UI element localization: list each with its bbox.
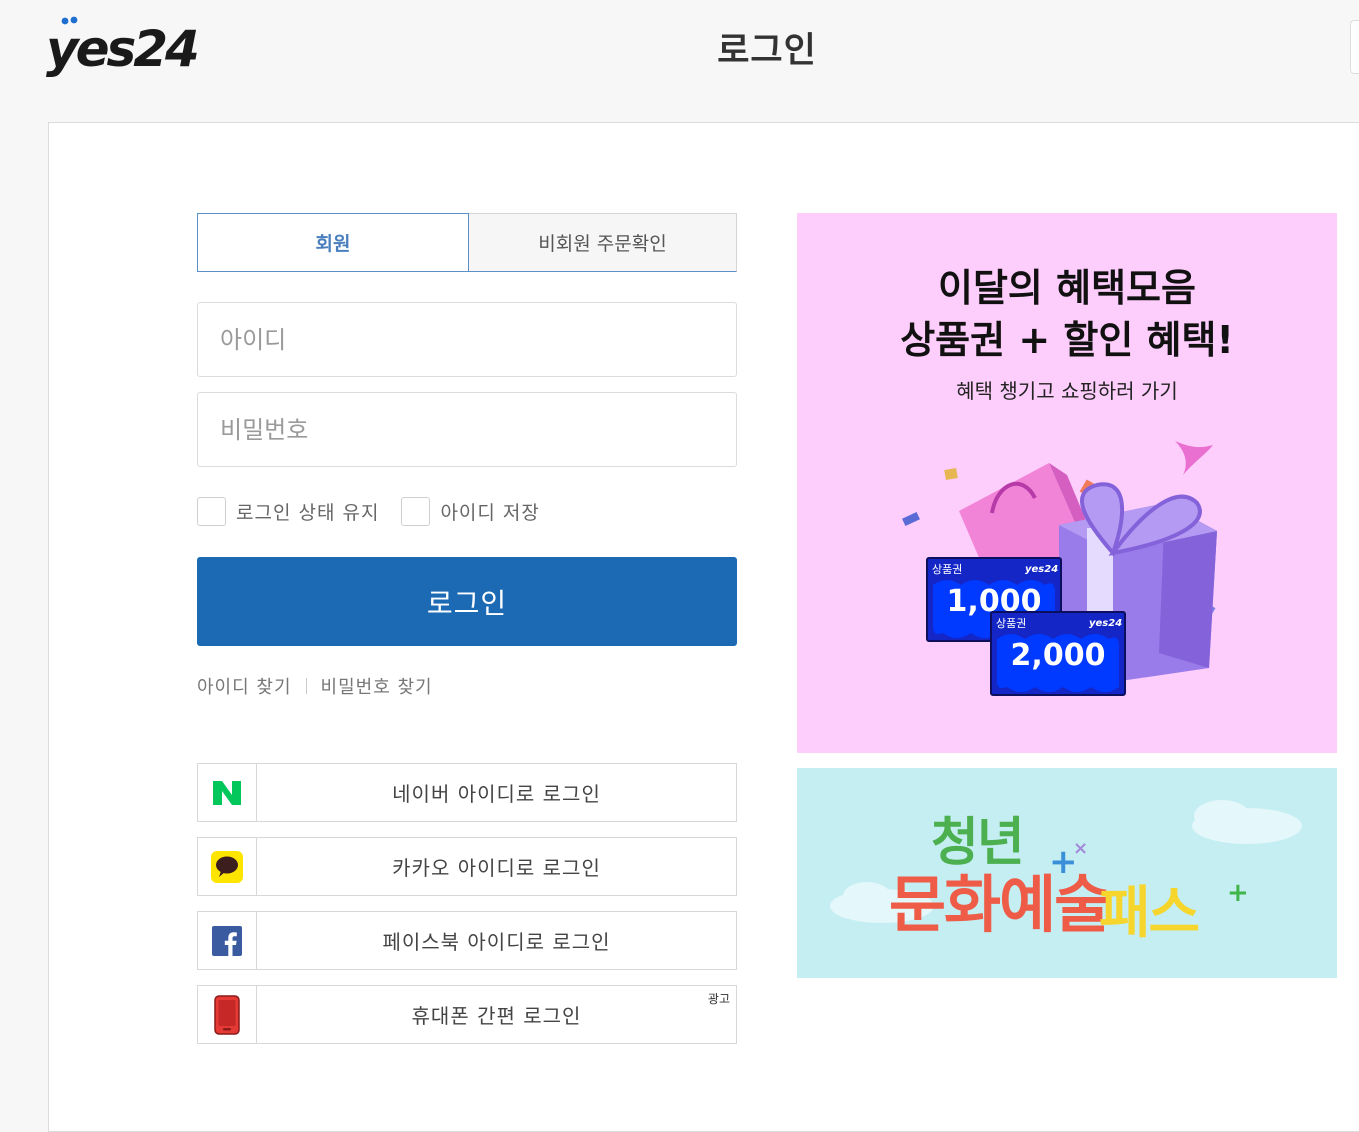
voucher-1-label: 상품권 (932, 563, 962, 576)
facebook-login-button[interactable]: 페이스북 아이디로 로그인 (197, 911, 737, 970)
phone-icon-cell (198, 986, 257, 1043)
voucher-2-brand: yes24 (1089, 618, 1122, 629)
sparkle-icon: × (1073, 838, 1088, 859)
find-id-link[interactable]: 아이디 찾기 (197, 673, 292, 699)
voucher-1-brand: yes24 (1025, 564, 1058, 575)
phone-login-label: 휴대폰 간편 로그인 (411, 1004, 582, 1028)
facebook-login-label: 페이스북 아이디로 로그인 (382, 930, 611, 954)
login-tabs: 회원 비회원 주문확인 (197, 213, 737, 272)
find-password-link[interactable]: 비밀번호 찾기 (321, 673, 433, 699)
password-input[interactable] (197, 392, 737, 467)
divider (305, 678, 307, 694)
plus-icon: + (1227, 878, 1249, 908)
save-id-label[interactable]: 아이디 저장 (440, 498, 539, 525)
naver-icon (213, 780, 241, 805)
kakao-icon (211, 850, 243, 883)
tab-guest-order-check[interactable]: 비회원 주문확인 (469, 213, 737, 272)
kakao-login-label: 카카오 아이디로 로그인 (392, 856, 601, 880)
login-button[interactable]: 로그인 (197, 557, 737, 646)
phone-login-button[interactable]: 휴대폰 간편 로그인 광고 (197, 985, 737, 1044)
benefit-banner[interactable]: 이달의 혜택모음 상품권 + 할인 혜택! 혜택 챙기고 쇼핑하러 가기 상품권… (797, 213, 1337, 753)
culture-pass-word-3: 패스 (1099, 881, 1200, 946)
header-side-control[interactable] (1350, 20, 1359, 74)
tab-member[interactable]: 회원 (197, 213, 469, 272)
phone-icon (214, 994, 240, 1035)
ad-badge: 광고 (707, 992, 730, 1006)
save-id-checkbox[interactable] (401, 496, 431, 526)
id-input[interactable] (197, 302, 737, 377)
kakao-login-button[interactable]: 카카오 아이디로 로그인 (197, 837, 737, 896)
login-options: 로그인 상태 유지 아이디 저장 (197, 495, 562, 527)
gift-illustration: 상품권 yes24 1,000 상품권 yes24 2,000 (902, 441, 1217, 696)
culture-pass-word-2: 문화예술 (889, 868, 1111, 941)
facebook-icon-cell (198, 912, 257, 969)
header: yes24 로그인 (0, 0, 1359, 122)
naver-login-label: 네이버 아이디로 로그인 (392, 782, 601, 806)
naver-icon-cell (198, 764, 257, 821)
kakao-icon-cell (198, 838, 257, 895)
keep-login-checkbox[interactable] (197, 496, 226, 526)
find-account-links: 아이디 찾기 비밀번호 찾기 (197, 672, 433, 700)
voucher-2-amount: 2,000 (1011, 638, 1106, 673)
facebook-icon (212, 925, 242, 956)
voucher-2-label: 상품권 (996, 617, 1026, 630)
keep-login-label[interactable]: 로그인 상태 유지 (236, 498, 379, 525)
naver-login-button[interactable]: 네이버 아이디로 로그인 (197, 763, 737, 822)
plus-icon: + (1049, 842, 1077, 882)
page-title: 로그인 (717, 31, 817, 71)
culture-pass-banner[interactable]: 청년 문화예술 패스 + × + (797, 768, 1337, 978)
